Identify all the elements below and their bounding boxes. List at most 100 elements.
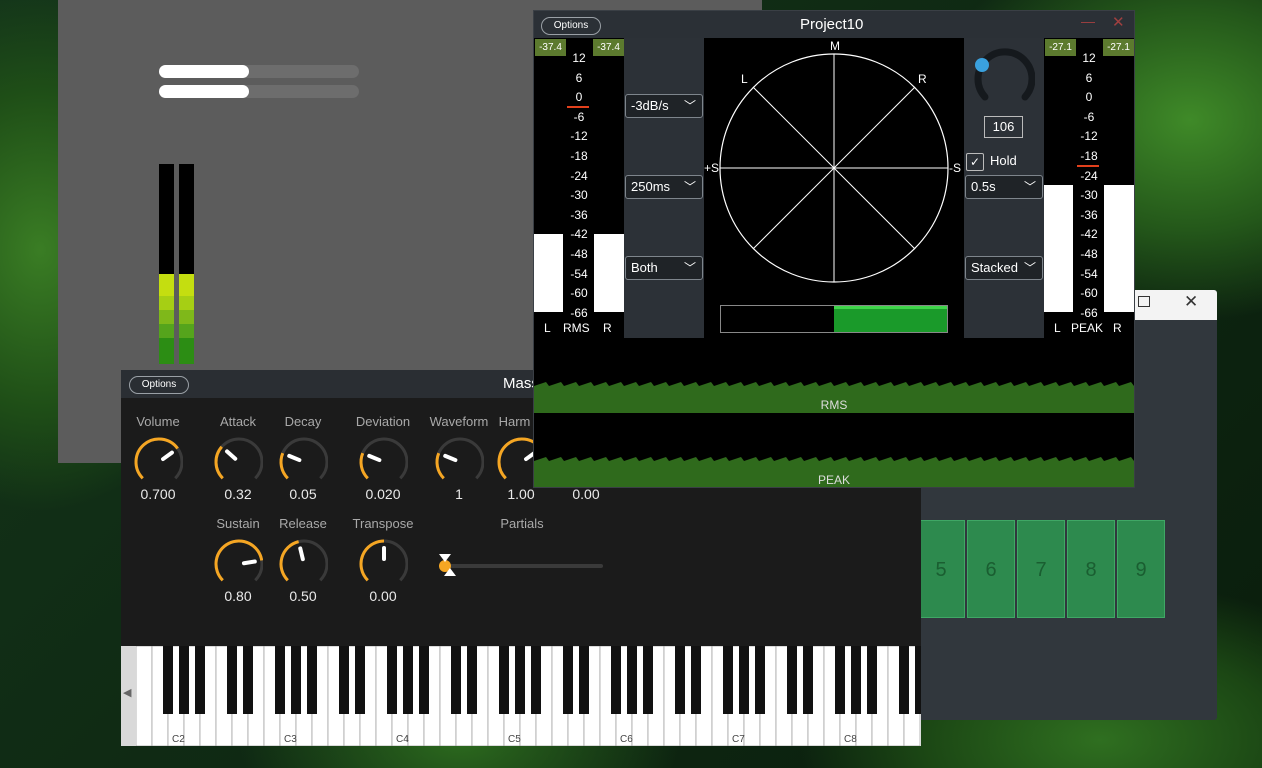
- piano-black-key[interactable]: [531, 646, 541, 714]
- gonio-label-r: R: [918, 72, 927, 86]
- piano-black-key[interactable]: [755, 646, 765, 714]
- piano-black-key[interactable]: [851, 646, 861, 714]
- grid-cell[interactable]: 8: [1067, 520, 1115, 618]
- grid-cell[interactable]: 7: [1017, 520, 1065, 618]
- piano-black-key[interactable]: [563, 646, 573, 714]
- piano-black-key[interactable]: [579, 646, 589, 714]
- piano-scroll-left[interactable]: ◀: [121, 646, 136, 746]
- piano-black-key[interactable]: [467, 646, 477, 714]
- piano-white-key[interactable]: [136, 646, 153, 746]
- scale-tick-label: -36: [570, 207, 588, 222]
- piano-black-key[interactable]: [675, 646, 685, 714]
- volume-knob[interactable]: [133, 436, 183, 486]
- decay-dropdown[interactable]: -3dB/s ﹀: [625, 94, 703, 118]
- scale-tick-label: -60: [1080, 286, 1098, 301]
- rms-peak-right[interactable]: -37.4: [593, 39, 624, 56]
- synth-options-button[interactable]: Options: [129, 376, 189, 394]
- piano-black-key[interactable]: [643, 646, 653, 714]
- piano-keyboard[interactable]: ◀ C2 C3 C4 C5 C6 C7 C8: [121, 646, 921, 746]
- piano-black-key[interactable]: [867, 646, 877, 714]
- piano-black-key[interactable]: [275, 646, 285, 714]
- piano-black-key[interactable]: [787, 646, 797, 714]
- piano-black-key[interactable]: [403, 646, 413, 714]
- piano-black-key[interactable]: [835, 646, 845, 714]
- scale-tick-label: -36: [1080, 207, 1098, 222]
- piano-black-key[interactable]: [899, 646, 909, 714]
- piano-octave-label: C6: [620, 734, 633, 745]
- piano-black-key[interactable]: [499, 646, 509, 714]
- piano-octave-label: C8: [844, 734, 857, 745]
- peak-right-value[interactable]: -27.1: [1103, 39, 1134, 56]
- piano-black-key[interactable]: [227, 646, 237, 714]
- level-bar-1[interactable]: [159, 65, 359, 78]
- piano-black-key[interactable]: [691, 646, 701, 714]
- deviation-knob[interactable]: [358, 436, 408, 486]
- piano-black-key[interactable]: [803, 646, 813, 714]
- piano-black-key[interactable]: [419, 646, 429, 714]
- grid-cell[interactable]: 5: [917, 520, 965, 618]
- layout-value: Stacked: [971, 260, 1018, 275]
- correlation-fill: [834, 306, 947, 332]
- scale-tick-label: -24: [570, 168, 588, 183]
- decay-value: -3dB/s: [631, 98, 669, 113]
- piano-black-key[interactable]: [163, 646, 173, 714]
- piano-octave-label: C7: [732, 734, 745, 745]
- release-knob[interactable]: [278, 538, 328, 588]
- piano-black-key[interactable]: [915, 646, 921, 714]
- extra-value: 0.00: [572, 486, 600, 502]
- project10-options-button[interactable]: Options: [541, 17, 601, 35]
- scale-tick-label: -12: [1080, 129, 1098, 144]
- partials-slider-track[interactable]: [439, 564, 603, 568]
- transpose-knob[interactable]: [358, 538, 408, 588]
- mode-value: Both: [631, 260, 658, 275]
- decay-knob[interactable]: [278, 436, 328, 486]
- piano-black-key[interactable]: [339, 646, 349, 714]
- piano-black-key[interactable]: [307, 646, 317, 714]
- piano-black-key[interactable]: [515, 646, 525, 714]
- scale-tick-label: 0: [575, 90, 583, 105]
- rms-meter: -37.4 -37.4 12 6 0 -6 -12 -18 -24 -30 -36 -42 -48-…: [534, 38, 624, 338]
- piano-black-key[interactable]: [243, 646, 253, 714]
- rms-label-l: L: [544, 321, 551, 335]
- rms-label-r: R: [603, 321, 612, 335]
- piano-black-key[interactable]: [627, 646, 637, 714]
- layout-dropdown[interactable]: Stacked ﹀: [965, 256, 1043, 280]
- waveform-knob[interactable]: [434, 436, 484, 486]
- scale-tick-label: -54: [570, 266, 588, 281]
- project10-titlebar: Options Project10 — ✕: [534, 11, 1134, 38]
- sustain-knob[interactable]: [213, 538, 263, 588]
- maximize-icon[interactable]: [1138, 296, 1150, 307]
- mode-dropdown[interactable]: Both ﹀: [625, 256, 703, 280]
- piano-black-key[interactable]: [195, 646, 205, 714]
- peak-label-l: L: [1054, 321, 1061, 335]
- close-icon[interactable]: ✕: [1112, 13, 1125, 31]
- chevron-down-icon: ﹀: [683, 99, 696, 113]
- gain-value[interactable]: 106: [984, 116, 1023, 138]
- piano-black-key[interactable]: [451, 646, 461, 714]
- gain-knob[interactable]: [973, 45, 1035, 107]
- release-value: 0.50: [289, 588, 317, 604]
- level-bar-2[interactable]: [159, 85, 359, 98]
- piano-black-key[interactable]: [611, 646, 621, 714]
- minimize-icon[interactable]: —: [1081, 13, 1095, 29]
- close-icon[interactable]: ✕: [1184, 292, 1198, 312]
- partials-marker-top-icon: [439, 554, 451, 562]
- piano-keys[interactable]: C2 C3 C4 C5 C6 C7 C8: [136, 646, 921, 746]
- project10-window: Options Project10 — ✕ -37.4 -37.4 12 6 0 -6…: [533, 10, 1135, 488]
- peak-bar-right: [1104, 185, 1134, 312]
- piano-black-key[interactable]: [723, 646, 733, 714]
- hold-checkbox[interactable]: ✓: [966, 153, 984, 171]
- scale-tick-label: -6: [1083, 109, 1095, 124]
- piano-black-key[interactable]: [387, 646, 397, 714]
- grid-cell[interactable]: 6: [967, 520, 1015, 618]
- averaging-dropdown[interactable]: 250ms ﹀: [625, 175, 703, 199]
- hold-time-dropdown[interactable]: 0.5s ﹀: [965, 175, 1043, 199]
- piano-black-key[interactable]: [179, 646, 189, 714]
- hold-label: Hold: [990, 153, 1017, 168]
- piano-black-key[interactable]: [291, 646, 301, 714]
- level-bar-1-fill: [159, 65, 249, 78]
- grid-cell[interactable]: 9: [1117, 520, 1165, 618]
- piano-black-key[interactable]: [355, 646, 365, 714]
- attack-knob[interactable]: [213, 436, 263, 486]
- piano-black-key[interactable]: [739, 646, 749, 714]
